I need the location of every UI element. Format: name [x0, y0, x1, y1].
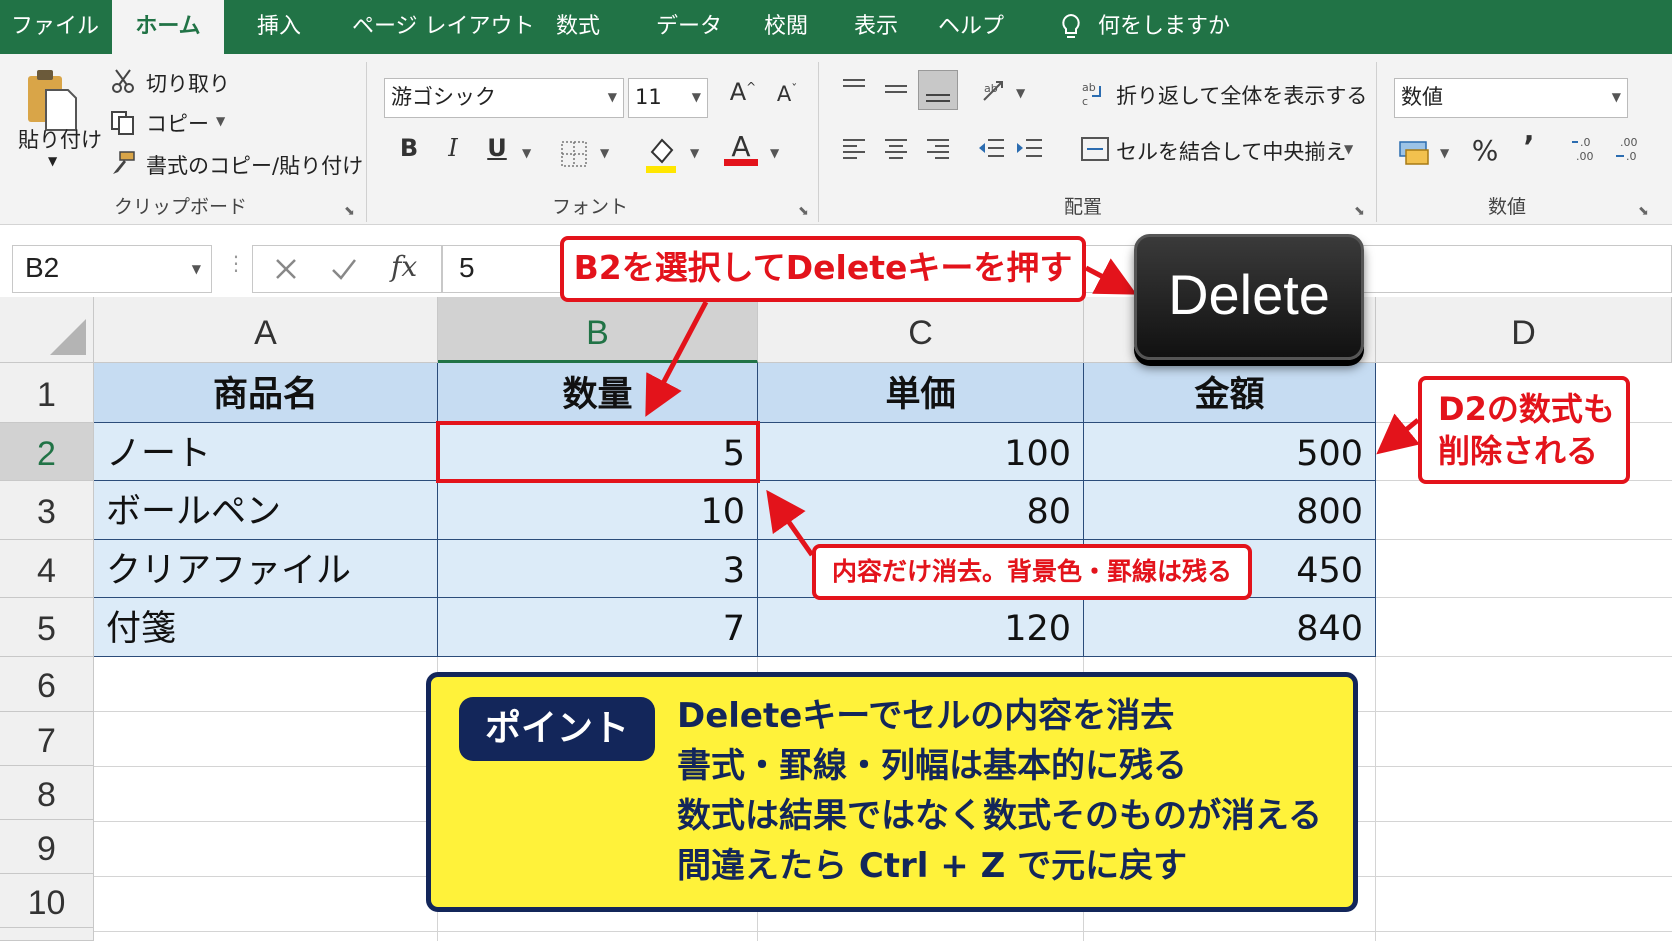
callout-d2-line2: 削除される [1438, 432, 1599, 470]
point-line-3: 数式は結果ではなく数式そのものが消える [677, 796, 1322, 836]
point-lines: Deleteキーでセルの内容を消去 書式・罫線・列幅は基本的に残る 数式は結果で… [677, 691, 1322, 891]
point-line-1: Deleteキーでセルの内容を消去 [677, 696, 1175, 736]
callout-content-only: 内容だけ消去。背景色・罫線は残る [812, 544, 1252, 600]
arrow-to-b2-border [766, 489, 815, 557]
point-box: ポイント Deleteキーでセルの内容を消去 書式・罫線・列幅は基本的に残る 数… [426, 672, 1358, 912]
callout-d2-line1: D2の数式も [1438, 390, 1615, 428]
callout-d2-formula-deleted: D2の数式も 削除される [1418, 376, 1630, 484]
point-line-4: 間違えたら Ctrl + Z で元に戻す [677, 846, 1188, 886]
delete-key-icon: Delete [1134, 234, 1364, 360]
callout-select-delete: B2を選択してDeleteキーを押す [560, 236, 1086, 302]
arrow-to-delete-key [1084, 258, 1137, 295]
arrow-to-b2 [645, 300, 709, 417]
arrow-to-d2 [1376, 413, 1420, 455]
point-badge: ポイント [459, 697, 655, 761]
point-line-2: 書式・罫線・列幅は基本的に残る [677, 746, 1187, 786]
